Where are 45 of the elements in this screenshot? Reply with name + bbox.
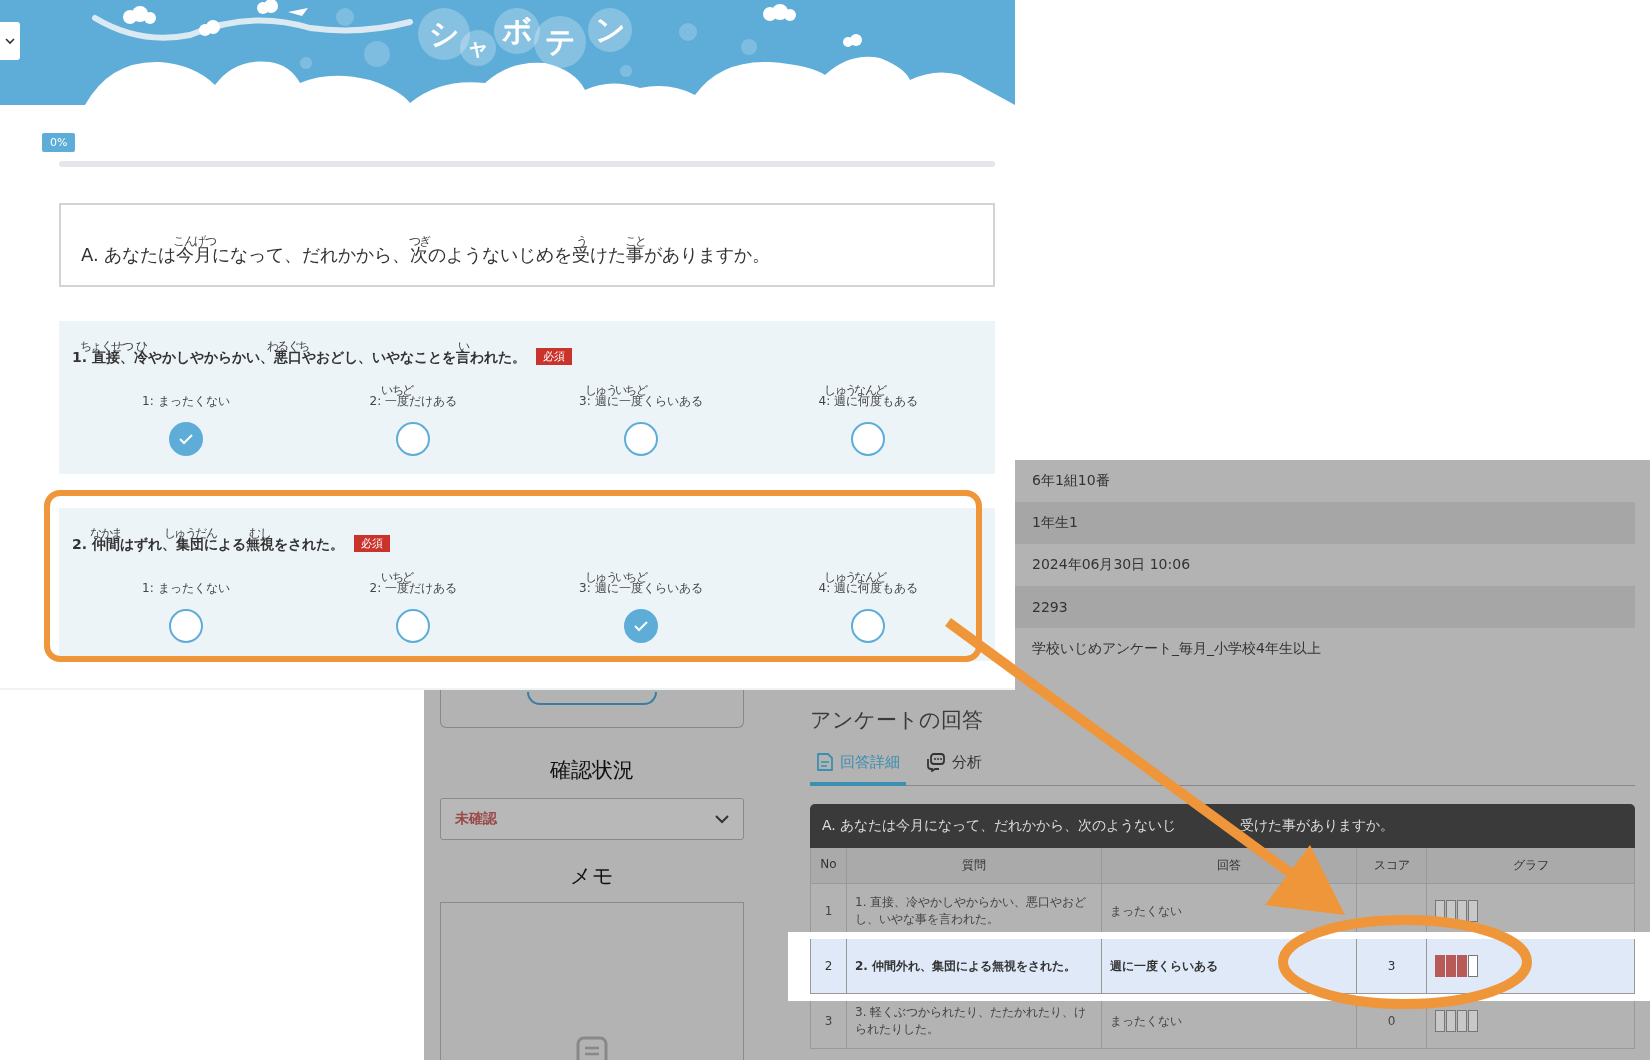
chat-icon	[926, 752, 946, 772]
table-cell: まったくない	[1102, 994, 1357, 1049]
required-tag: 必須	[353, 535, 390, 552]
info-row-text: 6年1組10番	[1031, 471, 1111, 490]
table-cell: 3. 軽くぶつかられたり、たたかれたり、けられたりした。	[847, 994, 1102, 1049]
radio-button[interactable]	[396, 422, 431, 456]
memo-heading: メモ	[569, 863, 615, 890]
table-title: 受けた事がありますか。	[1240, 817, 1395, 835]
chevron-down-icon	[715, 814, 729, 824]
radio-button[interactable]	[851, 609, 886, 643]
table-title: A. あなたは今月になって、だれかから、次のようないじ	[822, 817, 1177, 835]
answers-title: アンケートの回答	[810, 707, 984, 734]
table-cell: 3	[1357, 939, 1427, 994]
info-row: 1年生1	[1015, 502, 1635, 544]
info-row-text: 学校いじめアンケート_毎月_小学校4年生以上	[1031, 639, 1322, 658]
table-cell: 0	[1357, 994, 1427, 1049]
table-cell: 週に一度くらいある	[1102, 939, 1357, 994]
status-heading: 確認状況	[549, 757, 635, 784]
option-label: 1: まったくない	[142, 393, 230, 410]
radio-button[interactable]	[851, 422, 886, 456]
radio-button[interactable]	[396, 609, 431, 643]
option-label: 1: まったくない	[142, 580, 230, 597]
dropdown-toggle[interactable]	[0, 22, 20, 60]
progress-badge: 0%	[42, 133, 76, 152]
check-icon	[177, 433, 194, 445]
check-icon	[632, 620, 649, 632]
table-cell: 2. 仲間外れ、集団による無視をされた。	[847, 939, 1102, 994]
required-tag: 必須	[535, 348, 572, 365]
table-cell: 2	[811, 939, 847, 994]
radio-button[interactable]	[623, 422, 658, 456]
table-cell: 3	[811, 994, 847, 1049]
guide-button[interactable]	[527, 692, 657, 705]
radio-button[interactable]	[623, 609, 658, 643]
info-row-text: 2024年06月30日 10:06	[1031, 555, 1192, 574]
info-row: 2293	[1015, 586, 1635, 628]
tab[interactable]: 回答詳細	[810, 744, 906, 786]
memo-field[interactable]	[440, 902, 744, 1060]
logo: シ ャ ボ テ ン	[418, 8, 638, 78]
status-select[interactable]: 未確認	[440, 798, 744, 840]
radio-button[interactable]	[168, 609, 203, 643]
document-icon	[576, 1036, 608, 1060]
chevron-down-icon	[5, 37, 15, 45]
document-icon	[816, 752, 834, 772]
radio-button[interactable]	[168, 422, 203, 456]
tab[interactable]: 分析	[920, 744, 988, 786]
